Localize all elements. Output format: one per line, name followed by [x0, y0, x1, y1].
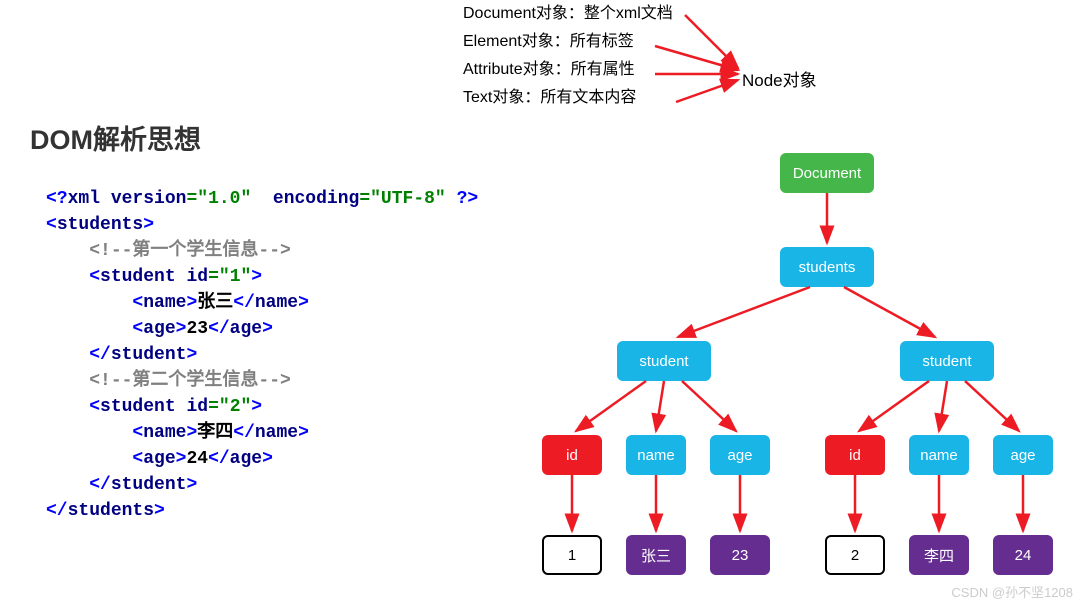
code-tag: student — [100, 267, 176, 287]
code-tag: age — [230, 449, 262, 469]
code-punct: > — [186, 293, 197, 313]
code-punct: </ — [89, 345, 111, 365]
node-student-1: student — [617, 341, 711, 381]
code-tag: name — [255, 293, 298, 313]
code-tag: students — [68, 501, 154, 521]
code-punct: < — [132, 449, 143, 469]
node-id-1: id — [542, 435, 602, 475]
leaf-age-2: 24 — [993, 535, 1053, 575]
code-punct: > — [186, 475, 197, 495]
code-attr: encoding — [273, 189, 359, 209]
code-attr: id — [186, 397, 208, 417]
leaf-age-1: 23 — [710, 535, 770, 575]
code-attr: version — [111, 189, 187, 209]
code-punct: <? — [46, 189, 68, 209]
node-name-1: name — [626, 435, 686, 475]
def-text: Text对象：所有文本内容 — [463, 84, 673, 112]
code-punct: </ — [89, 475, 111, 495]
node-students: students — [780, 247, 874, 287]
code-tag: name — [143, 293, 186, 313]
node-age-1: age — [710, 435, 770, 475]
code-punct: </ — [208, 319, 230, 339]
definitions-block: Document对象：整个xml文档 Element对象：所有标签 Attrib… — [463, 0, 673, 112]
code-text: 张三 — [197, 293, 233, 313]
code-eq: = — [208, 267, 219, 287]
code-text: 23 — [186, 319, 208, 339]
leaf-id-2: 2 — [825, 535, 885, 575]
code-tag: age — [143, 319, 175, 339]
code-punct: < — [46, 215, 57, 235]
code-eq: = — [186, 189, 197, 209]
arrow-def-doc — [685, 15, 738, 68]
code-punct: > — [298, 293, 309, 313]
code-punct: > — [251, 267, 262, 287]
code-tag: student — [111, 345, 187, 365]
code-str: "UTF-8" — [370, 189, 446, 209]
code-punct: > — [262, 319, 273, 339]
code-tag: student — [100, 397, 176, 417]
code-tag: age — [230, 319, 262, 339]
code-eq: = — [359, 189, 370, 209]
dom-tree: Document students student student id nam… — [505, 150, 1085, 600]
code-tag: name — [143, 423, 186, 443]
code-str: "1" — [219, 267, 251, 287]
def-attribute: Attribute对象：所有属性 — [463, 56, 673, 84]
code-tag: name — [255, 423, 298, 443]
code-punct: ?> — [457, 189, 479, 209]
arrow-def-text — [676, 80, 738, 102]
def-element: Element对象：所有标签 — [463, 28, 673, 56]
leaf-id-1: 1 — [542, 535, 602, 575]
code-punct: </ — [46, 501, 68, 521]
code-punct: > — [251, 397, 262, 417]
code-punct: > — [186, 423, 197, 443]
leaf-name-1: 张三 — [626, 535, 686, 575]
code-punct: < — [132, 319, 143, 339]
code-text: 李四 — [197, 423, 233, 443]
code-punct: < — [132, 423, 143, 443]
code-punct: </ — [233, 423, 255, 443]
code-punct: < — [89, 267, 100, 287]
code-punct: </ — [208, 449, 230, 469]
code-tag: age — [143, 449, 175, 469]
code-punct: > — [154, 501, 165, 521]
code-str: "2" — [219, 397, 251, 417]
code-xml: xml — [68, 189, 100, 209]
code-punct: > — [298, 423, 309, 443]
watermark: CSDN @孙不坚1208 — [951, 582, 1073, 601]
code-punct: > — [176, 319, 187, 339]
code-attr: id — [186, 267, 208, 287]
code-comment: <!--第一个学生信息--> — [89, 241, 291, 261]
code-tag: student — [111, 475, 187, 495]
code-text: 24 — [186, 449, 208, 469]
code-punct: > — [143, 215, 154, 235]
page-title: DOM解析思想 — [30, 118, 201, 157]
leaf-name-2: 李四 — [909, 535, 969, 575]
code-punct: > — [262, 449, 273, 469]
code-tag: students — [57, 215, 143, 235]
code-punct: < — [89, 397, 100, 417]
node-object-label: Node对象 — [742, 66, 817, 91]
node-document: Document — [780, 153, 874, 193]
xml-code-block: <?xml version="1.0" encoding="UTF-8" ?> … — [46, 186, 478, 524]
code-punct: < — [132, 293, 143, 313]
node-student-2: student — [900, 341, 994, 381]
code-punct: > — [186, 345, 197, 365]
code-eq: = — [208, 397, 219, 417]
code-punct: </ — [233, 293, 255, 313]
node-id-2: id — [825, 435, 885, 475]
code-punct: > — [176, 449, 187, 469]
node-age-2: age — [993, 435, 1053, 475]
code-comment: <!--第二个学生信息--> — [89, 371, 291, 391]
def-document: Document对象：整个xml文档 — [463, 0, 673, 28]
node-name-2: name — [909, 435, 969, 475]
code-str: "1.0" — [197, 189, 251, 209]
